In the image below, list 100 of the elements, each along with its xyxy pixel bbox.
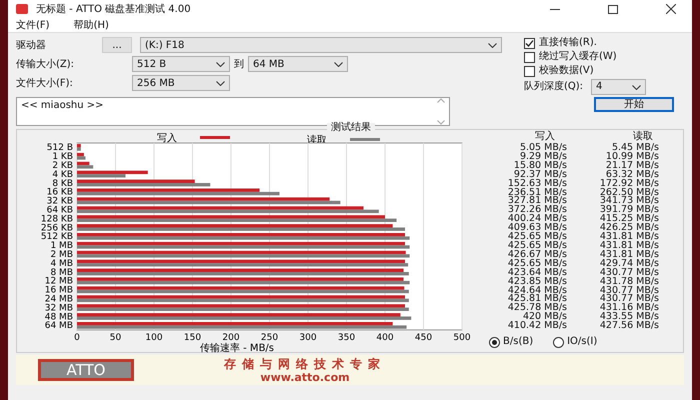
- column-header: 写入: [534, 133, 556, 143]
- axis-label: 200: [222, 332, 240, 343]
- axis-label: 12 MB: [44, 276, 73, 287]
- table-cell-text: 431.81 MB/s: [598, 242, 659, 251]
- axis-label: 8 MB: [50, 268, 73, 278]
- checkbox-label: 直接传输(R).: [539, 37, 597, 49]
- app-icon: [16, 4, 28, 14]
- table-cell-text: 427.56 MB/s: [598, 322, 659, 332]
- axis-label: 100: [145, 332, 163, 343]
- table-cell-text: 327.81 MB/s: [506, 197, 567, 206]
- axis-label: 450: [414, 332, 432, 343]
- radio-button[interactable]: [553, 337, 564, 348]
- table-cell-text: 423.64 MB/s: [506, 268, 567, 278]
- radio-label: B/s(B): [503, 338, 534, 347]
- axis-label: 32 KB: [46, 196, 73, 207]
- browse-button[interactable]: ...: [102, 37, 132, 53]
- chevron-icon: [488, 42, 497, 48]
- table-cell-text: 341.73 MB/s: [598, 197, 659, 206]
- table-cell-text: 410.42 MB/s: [506, 322, 567, 332]
- axis-label: 8 KB: [52, 178, 73, 189]
- axis-label: 4 KB: [52, 170, 73, 180]
- table-cell-text: 409.63 MB/s: [506, 224, 567, 234]
- size-to-select[interactable]: 64 MB: [248, 56, 348, 72]
- menu-item[interactable]: 文件(F): [16, 18, 50, 32]
- table-cell-text: 429.74 MB/s: [598, 260, 659, 269]
- table-cell-text: 425.65 MB/s: [506, 233, 567, 242]
- axis-label: 16 KB: [46, 188, 73, 198]
- axis-label: 1 MB: [50, 241, 73, 252]
- field-label: 传输大小(Z):: [16, 58, 76, 72]
- table-cell-text: 431.78 MB/s: [598, 278, 659, 286]
- table-cell-text: 262.50 MB/s: [598, 188, 659, 198]
- checkbox[interactable]: [524, 38, 535, 48]
- axis-label: 512 B: [46, 143, 73, 154]
- chevron-icon: [216, 62, 225, 66]
- field-label: 队列深度(Q):: [524, 81, 584, 93]
- axis-label: 24 MB: [44, 294, 73, 304]
- table-cell-text: 415.25 MB/s: [598, 215, 659, 224]
- checkbox[interactable]: [524, 52, 535, 62]
- window-title: 无标题 - ATTO 磁盘基准测试 4.00: [36, 2, 192, 16]
- minimize-icon[interactable]: [550, 8, 560, 10]
- table-cell-text: 92.37 MB/s: [514, 170, 567, 180]
- axis-label: 32 MB: [44, 303, 73, 314]
- axis-label: 256 KB: [40, 223, 73, 234]
- table-cell-text: 63.32 MB/s: [606, 170, 659, 180]
- legend-swatch: [200, 136, 230, 139]
- chevron-icon: [632, 84, 642, 90]
- field-label: 文件大小(F):: [16, 76, 74, 90]
- table-cell-text: 391.79 MB/s: [598, 206, 659, 216]
- table-cell-text: 372.26 MB/s: [506, 206, 567, 216]
- axis-label: 512 KB: [40, 232, 73, 242]
- table-cell-text: 425.65 MB/s: [506, 242, 567, 251]
- check-icon: [525, 38, 534, 48]
- queue-depth-select[interactable]: 4: [591, 79, 646, 95]
- axis-label: 400: [376, 332, 394, 343]
- table-cell-text: 423.85 MB/s: [506, 278, 567, 286]
- logo: ATTO: [38, 359, 134, 381]
- table-cell-text: 431.81 MB/s: [598, 233, 659, 242]
- checkbox-label: 校验数据(V): [539, 65, 594, 77]
- axis-label: 300: [299, 332, 317, 343]
- radio-label: IO/s(I): [567, 338, 598, 347]
- table-cell-text: 430.77 MB/s: [598, 286, 659, 296]
- table-cell-text: 5.45 MB/s: [612, 144, 659, 153]
- table-cell-text: 425.81 MB/s: [506, 295, 567, 304]
- axis-label: 1 KB: [52, 152, 73, 162]
- table-cell-text: 430.77 MB/s: [598, 268, 659, 278]
- table-cell-text: 236.51 MB/s: [506, 188, 567, 198]
- table-cell-text: 172.92 MB/s: [598, 180, 659, 189]
- panel-title: 测试结果: [327, 123, 375, 133]
- table-cell-text: 420 MB/s: [522, 313, 567, 322]
- menu-item[interactable]: 帮助(H): [74, 18, 109, 32]
- table-cell-text: 5.05 MB/s: [518, 144, 567, 153]
- size-from-select[interactable]: 512 B: [132, 56, 230, 72]
- axis-label: 0: [74, 332, 80, 343]
- field-label: 驱动器: [16, 38, 47, 52]
- start-button[interactable]: 开始: [594, 97, 674, 112]
- column-header: 读取: [632, 133, 654, 143]
- table-cell-text: 152.63 MB/s: [506, 180, 567, 189]
- chevron-icon: [334, 62, 343, 66]
- website-link[interactable]: www.atto.com: [260, 372, 350, 382]
- file-size-select[interactable]: 256 MB: [132, 75, 230, 91]
- axis-label: 2 KB: [52, 161, 73, 171]
- radio-button[interactable]: [489, 337, 500, 348]
- close-icon[interactable]: [666, 4, 676, 14]
- axis-label: 500: [453, 332, 471, 343]
- axis-label: 350: [338, 332, 356, 343]
- axis-label: 64 KB: [46, 206, 73, 216]
- table-cell-text: 21.17 MB/s: [604, 162, 659, 171]
- chevron-icon: [216, 80, 225, 86]
- drive-select[interactable]: (K:) F18: [140, 37, 502, 53]
- axis-label: 16 MB: [44, 286, 73, 296]
- table-cell-text: 15.80 MB/s: [512, 162, 567, 171]
- slogan: 存储与网络技术专家: [224, 358, 386, 370]
- axis-label: 150: [184, 332, 202, 343]
- axis-label: 2 MB: [50, 250, 73, 260]
- table-cell-text: 9.29 MB/s: [520, 152, 567, 162]
- axis-label: 250: [260, 332, 278, 343]
- maximize-icon[interactable]: [608, 4, 618, 14]
- axis-label: 4 MB: [50, 258, 73, 269]
- checkbox[interactable]: [524, 66, 535, 76]
- table-cell-text: 10.99 MB/s: [604, 152, 659, 162]
